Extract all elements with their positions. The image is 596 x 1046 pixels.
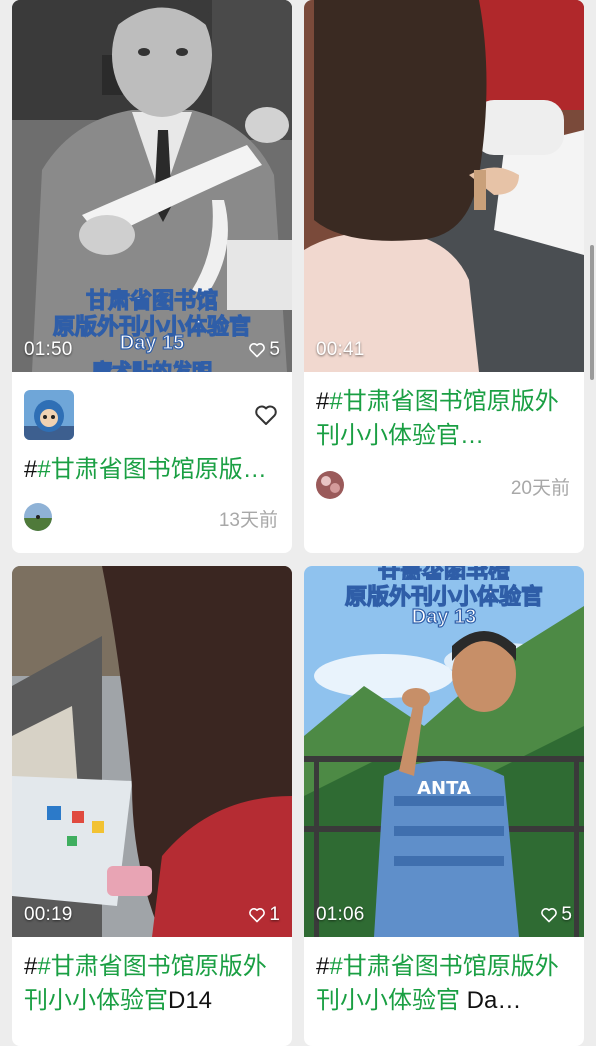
like-count: 5 [540, 904, 572, 926]
feed-card-4[interactable]: ANTA 甘肃省图书馆 原版外刊小小体验官 Day 13 01:06 5 ##甘… [304, 566, 584, 1046]
card-meta: 13天前 [24, 503, 280, 531]
post-time: 20天前 [510, 478, 570, 499]
heart-outline-icon [249, 343, 266, 358]
heart-outline-icon [541, 908, 558, 923]
card-meta: 20天前 [316, 471, 572, 499]
hashtag[interactable]: #甘肃省图书馆原版外刊小小体验官 [316, 953, 559, 1014]
heart-outline-icon [249, 908, 266, 923]
like-count-value: 5 [561, 904, 572, 925]
video-title[interactable]: ##甘肃省图书馆原版外刊小小体验官… [316, 385, 572, 453]
shirt-text: ANTA [417, 778, 471, 799]
video-thumbnail[interactable]: 甘肃省图书馆 原版外刊小小体验官 Day 15 魔术贴的发明 01:50 5 [12, 0, 292, 372]
avatar-image [316, 471, 344, 499]
hashtag[interactable]: #甘肃省图书馆原版外刊小小体验官… [316, 388, 559, 449]
video-duration: 01:06 [316, 904, 365, 925]
video-duration: 00:19 [24, 904, 73, 925]
hashtag[interactable]: #甘肃省图书馆原版… [37, 456, 266, 483]
user-avatar[interactable] [316, 471, 344, 499]
post-time: 13天前 [218, 510, 278, 531]
feed-card-1[interactable]: 甘肃省图书馆 原版外刊小小体验官 Day 15 魔术贴的发明 01:50 5 #… [12, 0, 292, 553]
feed-card-3[interactable]: 00:19 1 ##甘肃省图书馆原版外刊小小体验官D14 [12, 566, 292, 1046]
like-count-value: 1 [269, 904, 280, 925]
video-title[interactable]: ##甘肃省图书馆原版外刊小小体验官D14 [24, 950, 280, 1018]
thumbnail-overlay-line-3: Day 13 [411, 605, 477, 628]
like-count: 5 [248, 339, 280, 361]
avatar-image [24, 503, 52, 531]
video-thumbnail[interactable]: 00:41 [304, 0, 584, 372]
like-count-value: 5 [269, 339, 280, 360]
user-avatar[interactable] [24, 503, 52, 531]
title-suffix: Da… [460, 987, 522, 1014]
feed-card-2[interactable]: 00:41 ##甘肃省图书馆原版外刊小小体验官… 20天前 [304, 0, 584, 553]
thumbnail-image-child-reading [12, 566, 292, 937]
video-duration: 01:50 [24, 339, 73, 360]
scrollbar[interactable] [590, 245, 594, 380]
video-title[interactable]: ##甘肃省图书馆原版外刊小小体验官 Da… [316, 950, 572, 1018]
video-duration: 00:41 [316, 339, 365, 360]
video-thumbnail[interactable]: ANTA 甘肃省图书馆 原版外刊小小体验官 Day 13 01:06 5 [304, 566, 584, 937]
heart-outline-icon [255, 405, 277, 425]
thumbnail-overlay-line-1: 甘肃省图书馆 [377, 566, 510, 580]
video-thumbnail[interactable]: 00:19 1 [12, 566, 292, 937]
avatar-image [24, 390, 74, 440]
thumbnail-image-child-writing [304, 0, 584, 372]
author-avatar[interactable] [24, 390, 74, 440]
title-suffix: D14 [168, 987, 213, 1014]
like-count: 1 [248, 904, 280, 926]
video-title[interactable]: ##甘肃省图书馆原版… [24, 453, 280, 487]
favorite-button[interactable] [254, 404, 278, 426]
hashtag[interactable]: #甘肃省图书馆原版外刊小小体验官 [24, 953, 267, 1014]
